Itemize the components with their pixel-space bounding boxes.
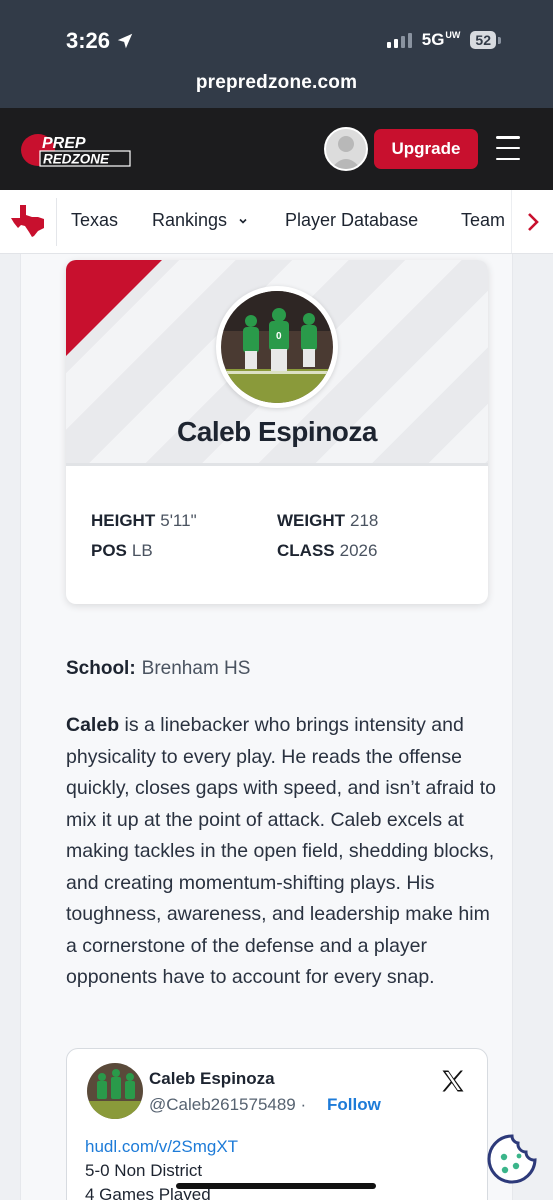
location-arrow-icon bbox=[117, 33, 133, 49]
home-indicator bbox=[176, 1183, 376, 1189]
player-card: 0 Caleb Espinoza HEIGHT 5'11" WEIGHT 218 P… bbox=[66, 260, 488, 604]
bio-text: is a linebacker who brings intensity and… bbox=[66, 714, 496, 988]
card-corner-accent bbox=[66, 260, 162, 356]
browser-chrome: 3:26 5GUW 52 prepredzone.com bbox=[0, 0, 553, 108]
svg-text:0: 0 bbox=[276, 331, 282, 342]
cellular-signal-icon bbox=[386, 32, 412, 48]
player-bio: Caleb is a linebacker who brings intensi… bbox=[66, 710, 496, 994]
user-avatar[interactable] bbox=[324, 127, 368, 171]
embedded-tweet: Caleb Espinoza @Caleb261575489 · Follow … bbox=[66, 1048, 488, 1200]
stat-weight: WEIGHT 218 bbox=[277, 511, 379, 530]
status-indicators: 5GUW 52 bbox=[386, 30, 501, 50]
tweet-link[interactable]: hudl.com/v/2SmgXT bbox=[85, 1137, 238, 1157]
texas-state-icon[interactable] bbox=[10, 204, 46, 238]
stat-class: CLASS 2026 bbox=[277, 541, 378, 560]
status-time: 3:26 bbox=[66, 28, 134, 54]
nav-item-rankings[interactable]: Rankings bbox=[152, 210, 248, 231]
stat-position: POS LB bbox=[91, 541, 153, 560]
status-time-text: 3:26 bbox=[66, 28, 111, 53]
player-photo: 0 bbox=[216, 286, 338, 408]
bio-name: Caleb bbox=[66, 714, 120, 736]
tweet-avatar[interactable] bbox=[87, 1063, 143, 1119]
tweet-follow-button[interactable]: Follow bbox=[327, 1095, 381, 1115]
chevron-down-icon bbox=[239, 219, 247, 224]
upgrade-button[interactable]: Upgrade bbox=[374, 129, 478, 169]
nav-item-team[interactable]: Team bbox=[461, 210, 505, 231]
tweet-text-line: 5-0 Non District bbox=[85, 1161, 203, 1180]
cookie-settings-icon[interactable] bbox=[486, 1133, 538, 1185]
svg-text:PREP: PREP bbox=[42, 135, 86, 152]
prep-redzone-logo[interactable]: PREP REDZONE bbox=[20, 132, 132, 168]
player-school: School: Brenham HS bbox=[66, 658, 251, 679]
chevron-right-icon bbox=[527, 213, 539, 231]
battery-level: 52 bbox=[470, 31, 496, 49]
tweet-author-name[interactable]: Caleb Espinoza bbox=[149, 1069, 275, 1089]
nav-item-texas[interactable]: Texas bbox=[71, 210, 118, 231]
address-bar-url[interactable]: prepredzone.com bbox=[0, 72, 553, 94]
football-team-image: 0 bbox=[221, 291, 333, 403]
nav-item-player-database[interactable]: Player Database bbox=[285, 210, 418, 231]
network-type: 5GUW bbox=[421, 30, 461, 49]
menu-icon[interactable] bbox=[496, 136, 520, 160]
stat-height: HEIGHT 5'11" bbox=[91, 511, 197, 530]
site-header: PREP REDZONE Upgrade bbox=[0, 108, 553, 190]
x-logo-icon[interactable] bbox=[439, 1067, 467, 1095]
nav-scroll-right-button[interactable] bbox=[511, 190, 553, 253]
top-nav: Texas Rankings Player Database Team bbox=[0, 190, 553, 254]
svg-text:REDZONE: REDZONE bbox=[43, 152, 110, 167]
player-name: Caleb Espinoza bbox=[177, 416, 377, 447]
tweet-author-handle[interactable]: @Caleb261575489 · bbox=[149, 1095, 306, 1115]
user-silhouette-icon bbox=[331, 136, 361, 169]
battery-icon: 52 bbox=[470, 31, 501, 49]
